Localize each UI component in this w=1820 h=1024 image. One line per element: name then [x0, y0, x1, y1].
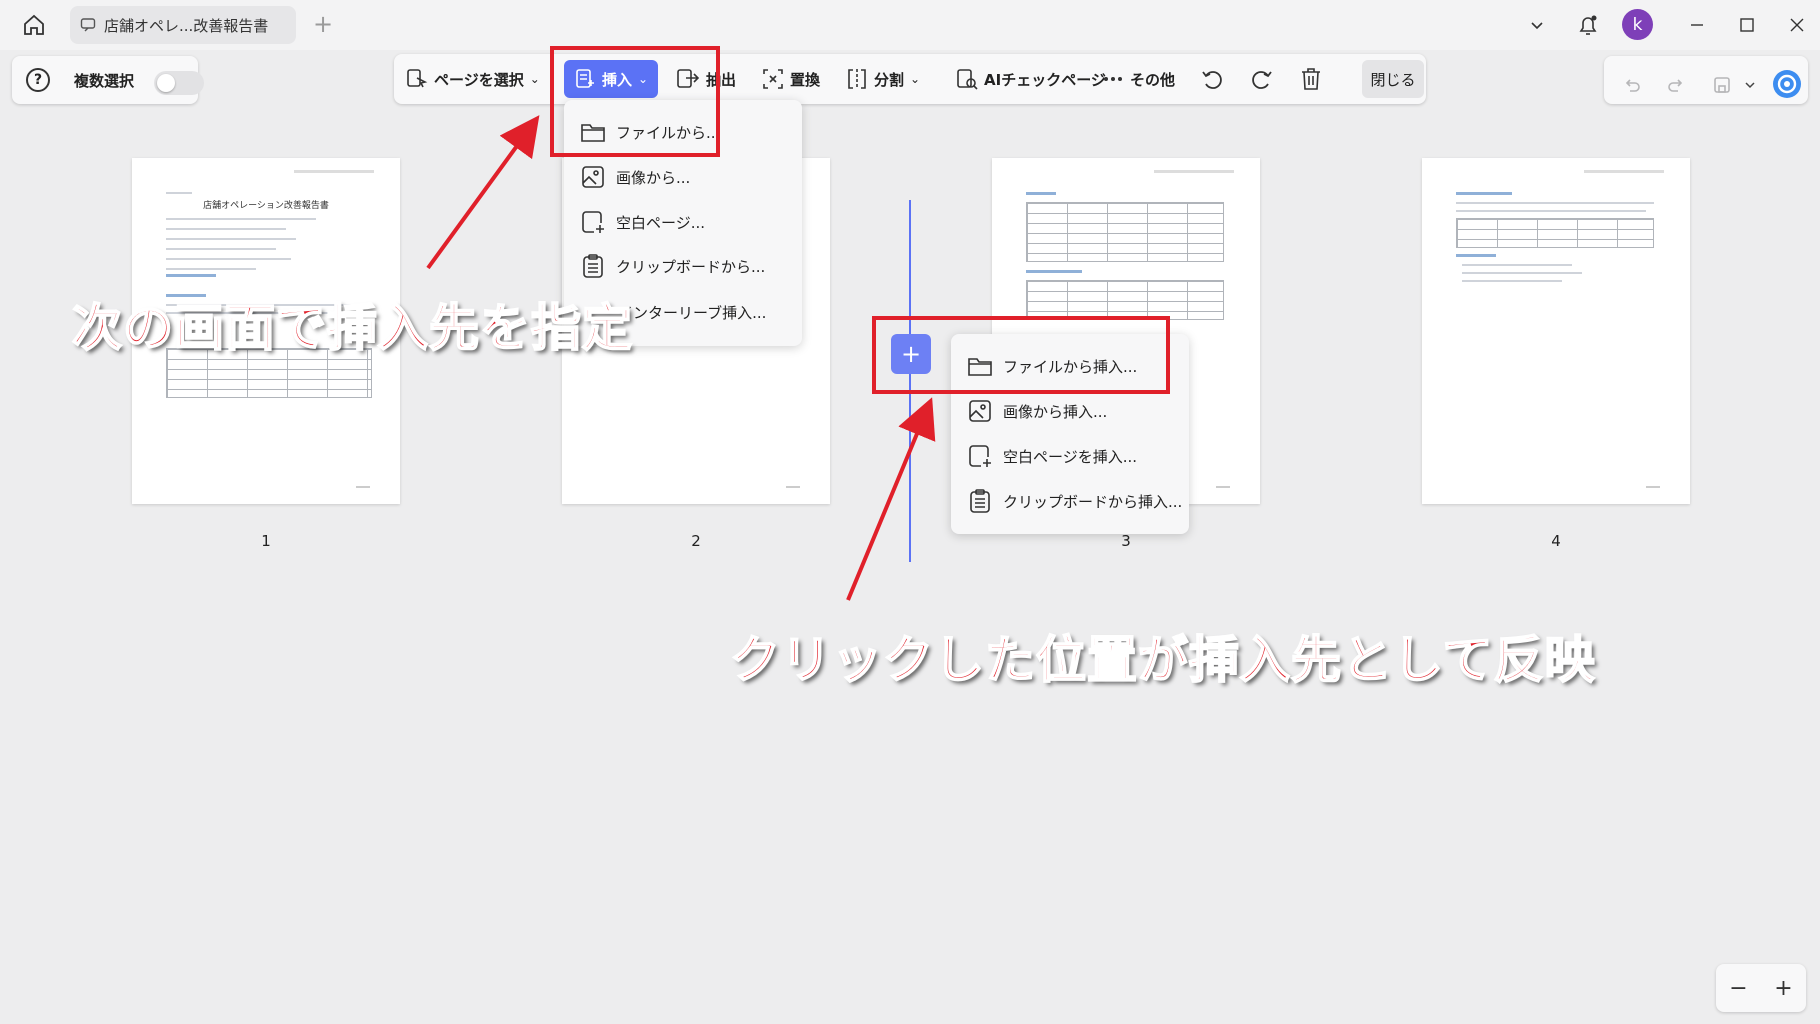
zoom-out-icon[interactable]: −	[1729, 976, 1747, 1001]
arrow-to-insert-menu	[426, 115, 540, 270]
zoom-in-icon[interactable]: +	[1774, 976, 1792, 1001]
annotation-top: 次の画面で挿入先を指定	[71, 298, 633, 358]
annotation-bottom: クリックした位置が挿入先として反映	[729, 630, 1596, 690]
annotation-arrows	[426, 115, 936, 601]
zoom-controls: − +	[1716, 964, 1806, 1012]
arrow-to-context-menu	[846, 397, 936, 601]
